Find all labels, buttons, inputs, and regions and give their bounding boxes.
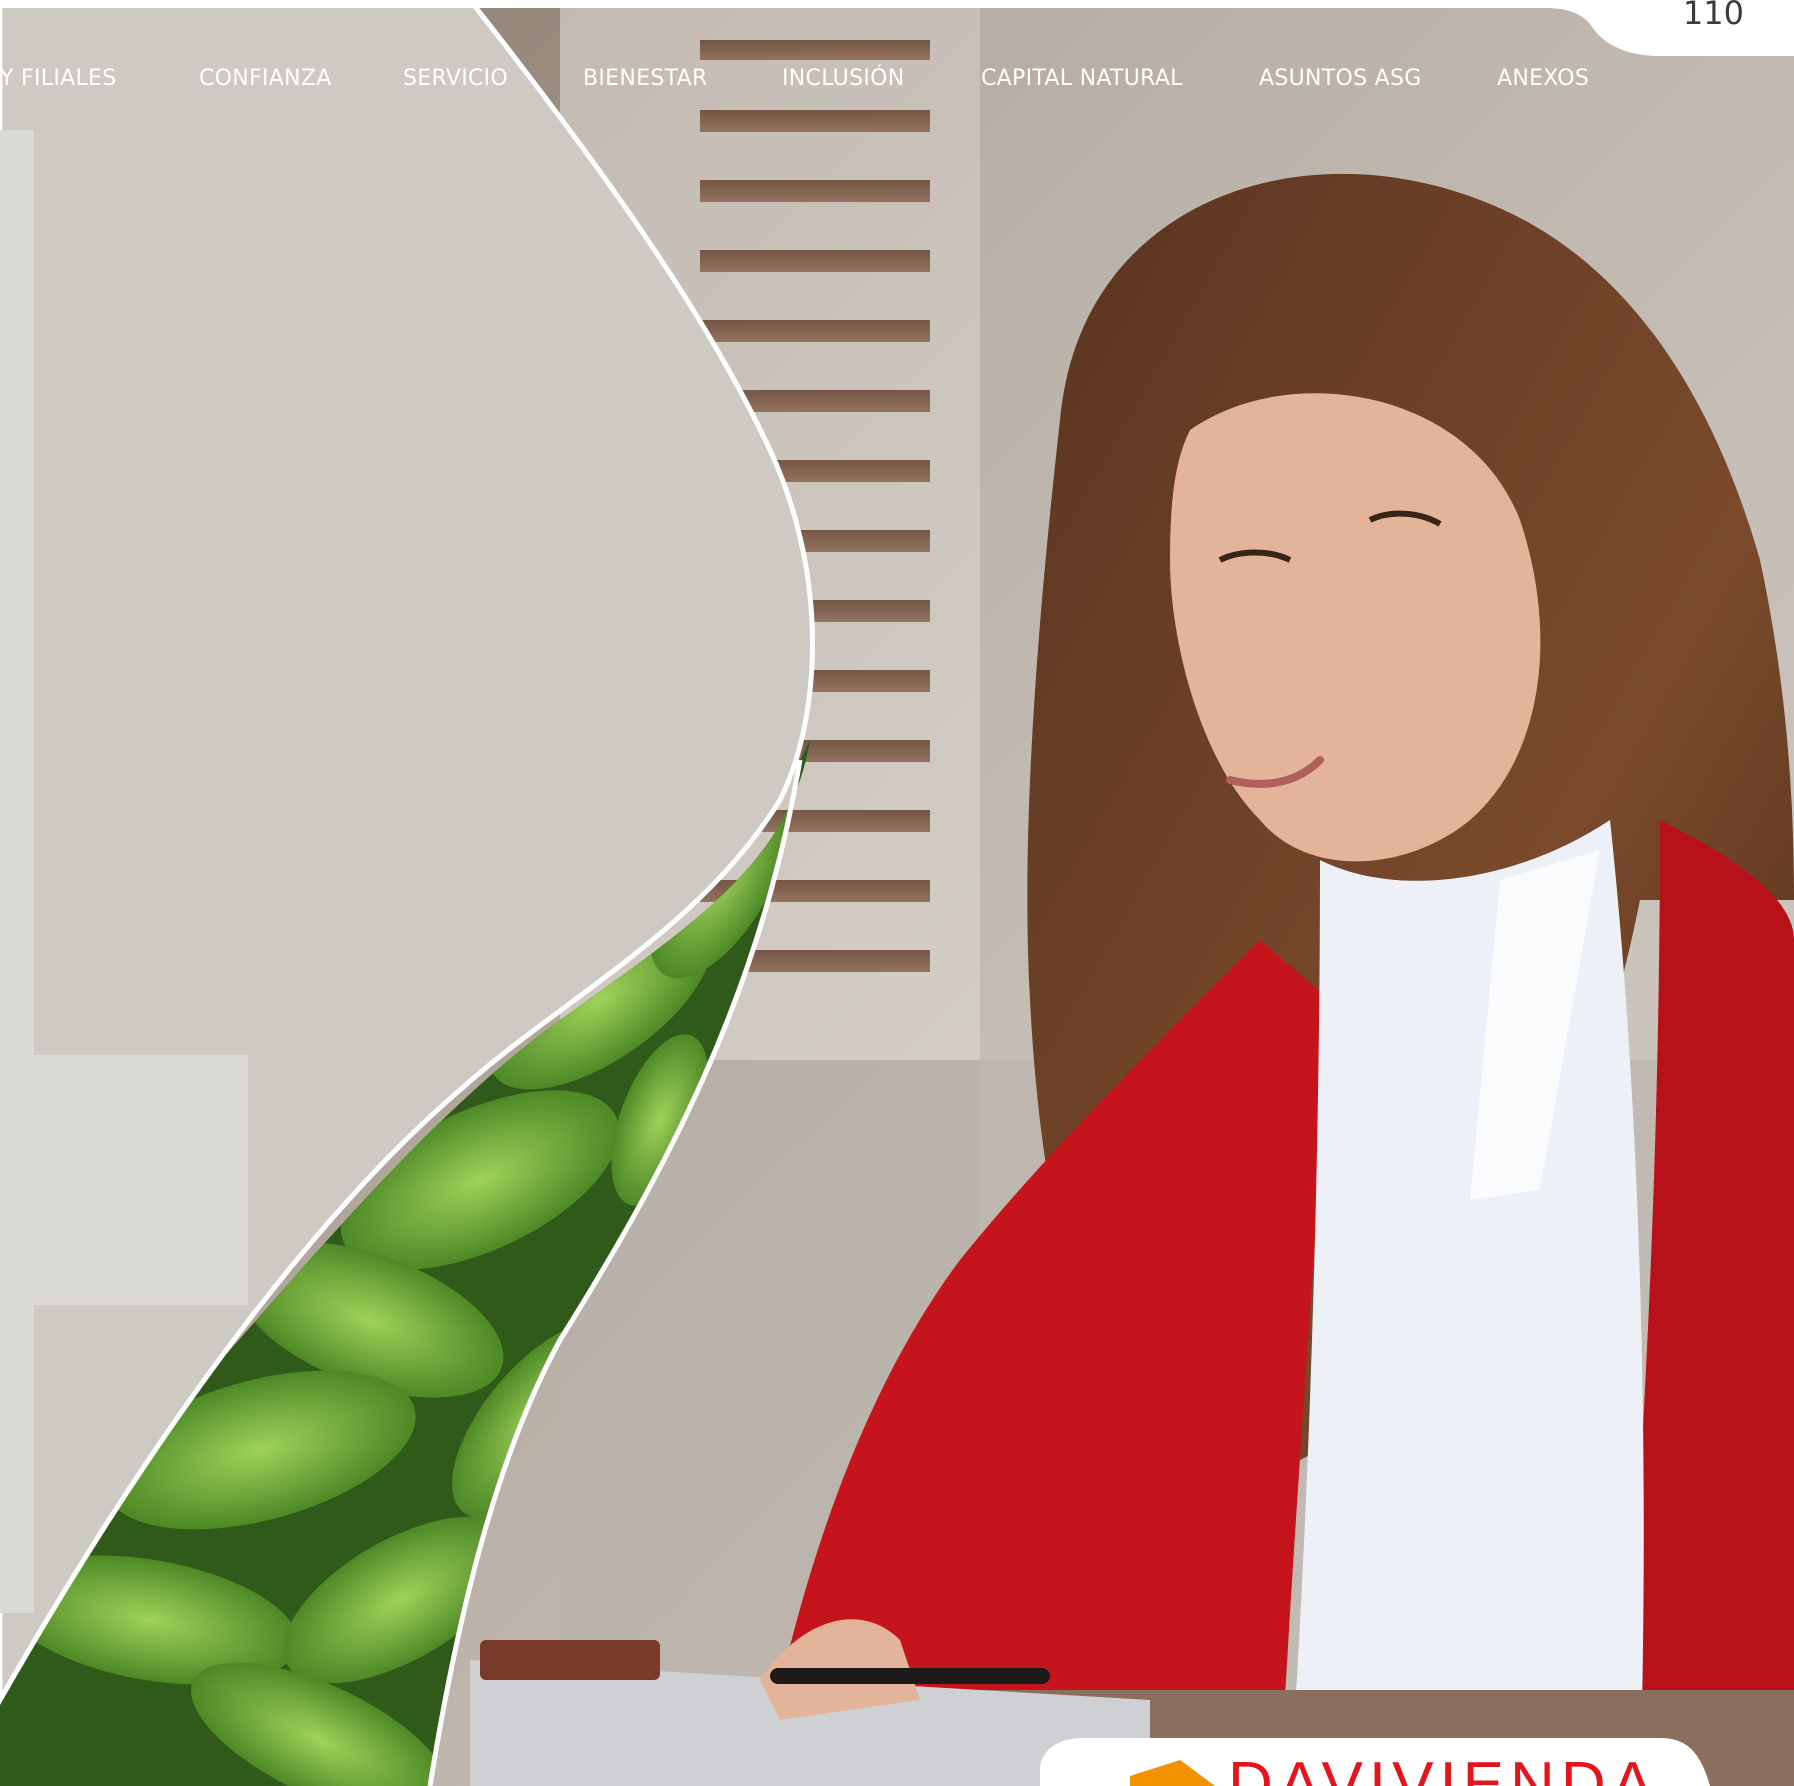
nav-item-confianza[interactable]: CONFIANZA <box>199 66 332 91</box>
panel-bar-bottom <box>0 1305 34 1613</box>
nav-item-servicio[interactable]: SERVICIO <box>403 66 508 91</box>
nav-item-anexos[interactable]: ANEXOS <box>1497 66 1589 91</box>
nav-item-inclusion[interactable]: INCLUSIÓN <box>782 66 905 91</box>
nav-item-filiales[interactable]: Y FILIALES <box>0 66 117 91</box>
report-page: 110 Y FILIALES CONFIANZA SERVICIO BIENES… <box>0 0 1794 1786</box>
nav-item-asuntos-asg[interactable]: ASUNTOS ASG <box>1259 66 1422 91</box>
nav-item-bienestar[interactable]: BIENESTAR <box>583 66 708 91</box>
panel-box <box>0 1055 248 1305</box>
background-artwork <box>0 0 1794 1786</box>
nav-item-capital-natural[interactable]: CAPITAL NATURAL <box>981 66 1183 91</box>
white-shirt <box>1290 820 1644 1786</box>
davivienda-logo[interactable]: DAVIVIENDA <box>1228 1754 1659 1786</box>
section-nav: Y FILIALES CONFIANZA SERVICIO BIENESTAR … <box>0 66 1794 110</box>
panel-bar-top <box>0 130 34 1055</box>
page-number: 110 <box>1682 0 1744 32</box>
